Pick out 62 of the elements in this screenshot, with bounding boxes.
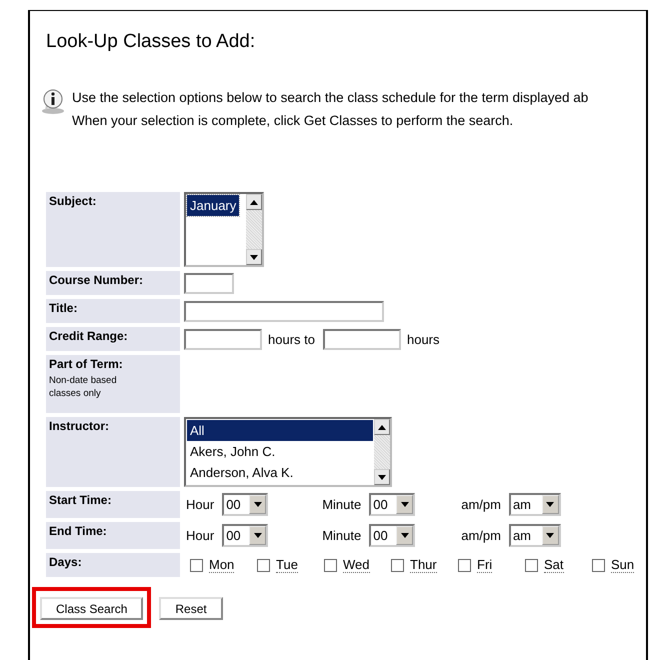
- list-box[interactable]: January: [184, 192, 264, 267]
- list-option[interactable]: January: [187, 195, 240, 216]
- checkbox[interactable]: [190, 558, 203, 572]
- form-button[interactable]: Class Search: [40, 597, 144, 620]
- page-title: Look-Up Classes to Add:: [46, 31, 256, 54]
- info-text: Use the selection options below to search the class schedule for the term displayed ab: [72, 89, 588, 107]
- field-label: Days:: [49, 555, 83, 570]
- input-field[interactable]: [322, 328, 401, 350]
- day-label: Mon: [209, 557, 234, 573]
- dropdown[interactable]: 00: [222, 493, 268, 516]
- day-label: Sat: [544, 557, 564, 573]
- field-label: Subject:: [49, 194, 98, 209]
- checkbox[interactable]: [324, 558, 337, 572]
- field-text: Hour: [186, 497, 214, 512]
- field-label: Course Number:: [49, 273, 144, 288]
- field-text: hours: [406, 332, 440, 346]
- down-arrow-icon: [254, 533, 262, 538]
- field-text: hours to: [268, 332, 315, 346]
- dropdown[interactable]: am: [508, 493, 561, 516]
- field-text: Minute: [322, 497, 362, 512]
- checkbox[interactable]: [458, 558, 471, 572]
- down-arrow-icon: [250, 254, 258, 260]
- day-label: Tue: [276, 557, 298, 573]
- field-note: Non-date based classes only: [49, 374, 118, 400]
- down-arrow-icon: [546, 502, 554, 507]
- input-field[interactable]: [184, 328, 262, 350]
- input-field[interactable]: [184, 300, 384, 322]
- down-arrow-icon: [400, 533, 409, 538]
- form-button[interactable]: Reset: [159, 597, 223, 620]
- info-text: When your selection is complete, click Get Classes to perform the search.: [72, 112, 514, 130]
- dropdown[interactable]: 00: [222, 524, 268, 547]
- field-label: End Time:: [49, 524, 108, 539]
- field-text: Minute: [322, 528, 362, 543]
- field-text: am/pm: [461, 497, 501, 512]
- down-arrow-icon: [378, 474, 386, 480]
- down-arrow-icon: [546, 533, 554, 538]
- day-label: Sun: [611, 557, 634, 573]
- field-label: Part of Term:: [49, 357, 124, 372]
- field-text: Hour: [186, 528, 214, 543]
- checkbox[interactable]: [525, 558, 538, 572]
- info-icon: [40, 89, 66, 115]
- list-box[interactable]: All Akers, John C. Anderson, Alva K.: [184, 417, 392, 487]
- dropdown[interactable]: 00: [369, 493, 416, 516]
- field-label: Start Time:: [49, 493, 112, 508]
- dropdown[interactable]: am: [508, 524, 561, 547]
- day-label: Wed: [343, 557, 370, 573]
- checkbox[interactable]: [391, 558, 404, 572]
- checkbox[interactable]: [592, 558, 605, 572]
- field-text: am/pm: [461, 528, 501, 543]
- dropdown[interactable]: 00: [369, 524, 416, 547]
- day-label: Fri: [477, 557, 492, 573]
- down-arrow-icon: [400, 502, 409, 507]
- checkbox[interactable]: [257, 558, 270, 572]
- field-label: Credit Range:: [49, 329, 129, 344]
- up-arrow-icon: [378, 424, 386, 430]
- down-arrow-icon: [254, 502, 262, 507]
- input-field[interactable]: [184, 272, 234, 294]
- list-option[interactable]: All: [187, 420, 373, 441]
- field-label: Title:: [49, 301, 78, 316]
- day-label: Thur: [410, 557, 437, 573]
- up-arrow-icon: [250, 200, 258, 204]
- field-label: Instructor:: [49, 419, 110, 434]
